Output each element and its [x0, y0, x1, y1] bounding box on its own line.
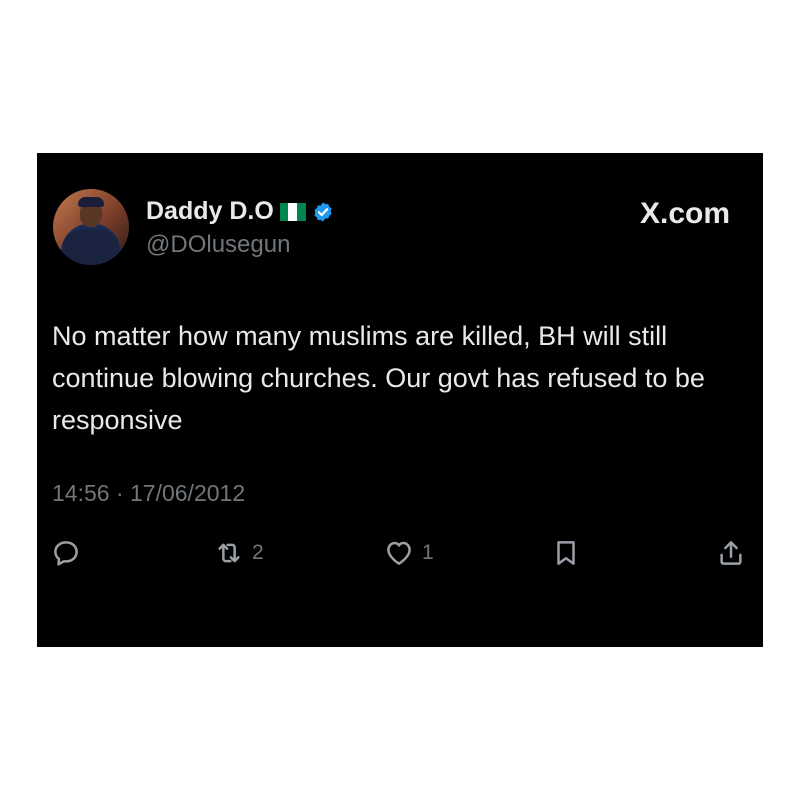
like-count: 1 [422, 541, 434, 564]
verified-badge-icon [314, 201, 332, 222]
display-name[interactable]: Daddy D.O [146, 197, 274, 226]
like-button[interactable]: 1 [384, 538, 434, 568]
avatar[interactable] [53, 189, 129, 265]
avatar-body [63, 229, 119, 265]
nigeria-flag-icon [279, 202, 306, 221]
bookmark-button[interactable] [551, 538, 581, 568]
share-icon [720, 541, 742, 565]
name-row: Daddy D.O [146, 197, 334, 226]
avatar-cap [78, 197, 104, 207]
share-button[interactable] [716, 538, 746, 568]
tweet-text: No matter how many muslims are killed, B… [52, 321, 705, 435]
retweet-count: 2 [252, 541, 264, 564]
retweet-button[interactable]: 2 [214, 538, 264, 568]
x-com-logo: X.com [639, 197, 730, 230]
retweet-icon [218, 543, 240, 563]
reply-button[interactable] [51, 538, 81, 568]
user-handle[interactable]: @DOlusegun [146, 231, 290, 259]
bookmark-icon [557, 541, 575, 565]
reply-icon [54, 541, 78, 566]
tweet-card: Daddy D.O @DOlusegun X.com No matter how… [37, 153, 763, 647]
tweet-timestamp[interactable]: 14:56 · 17/06/2012 [52, 480, 245, 507]
tweet-actions: 2 1 [37, 534, 763, 574]
heart-icon [387, 541, 411, 565]
